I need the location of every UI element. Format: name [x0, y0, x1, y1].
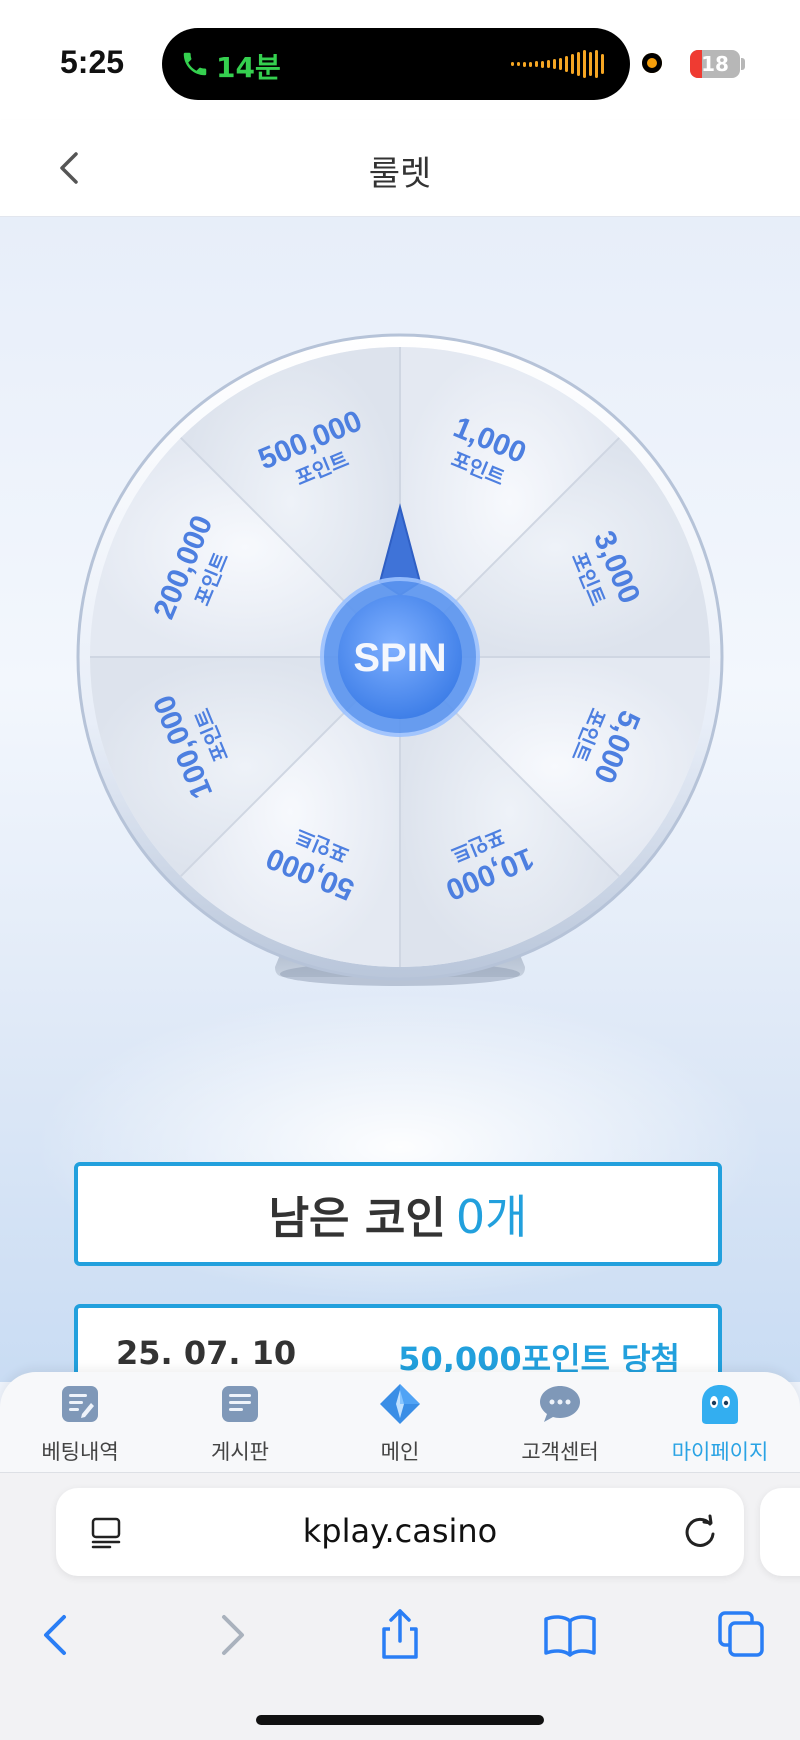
- bottom-tab-bar: 베팅내역 게시판 메인 고객센터 마이페이지: [0, 1372, 800, 1473]
- wheel-segments: 1,000 포인트 3,000 포인트 5,000 포인트 10,000 포인트…: [90, 347, 710, 967]
- document-icon: [222, 1386, 258, 1422]
- tab-main[interactable]: 메인: [320, 1382, 480, 1472]
- edit-document-icon: [62, 1386, 98, 1422]
- tabs-icon[interactable]: [712, 1605, 772, 1665]
- next-tab-peek[interactable]: [760, 1488, 800, 1576]
- battery-icon: 18: [690, 50, 740, 78]
- page-title: 룰렛: [368, 154, 432, 194]
- remaining-coins-count: 0개: [455, 1190, 528, 1244]
- page-header: 룰렛: [0, 120, 800, 217]
- status-bar: 5:25 14분 18: [0, 0, 800, 120]
- home-indicator: [256, 1715, 544, 1725]
- history-date: 25. 07. 10: [116, 1334, 297, 1372]
- roulette-wheel[interactable]: 1,000 포인트 3,000 포인트 5,000 포인트 10,000 포인트…: [70, 302, 730, 992]
- diamond-logo-icon: [380, 1384, 420, 1424]
- mic-indicator-icon: [642, 53, 662, 73]
- call-duration: 14분: [216, 51, 281, 84]
- url-text: kplay.casino: [302, 1512, 498, 1550]
- tab-label-my-page: 마이페이지: [671, 1440, 769, 1464]
- reload-icon[interactable]: [680, 1512, 720, 1552]
- tab-label-main: 메인: [380, 1440, 420, 1464]
- audio-waveform-icon: [511, 48, 604, 80]
- dynamic-island[interactable]: 14분: [162, 28, 630, 100]
- phone-call-icon: [183, 52, 207, 76]
- tab-label-betting-history: 베팅내역: [41, 1440, 119, 1464]
- tab-customer-center[interactable]: 고객센터: [480, 1382, 640, 1472]
- browser-toolbar: kplay.casino: [0, 1473, 800, 1740]
- remaining-coins-label: 남은 코인: [268, 1193, 446, 1244]
- tab-my-page[interactable]: 마이페이지: [640, 1382, 800, 1472]
- tab-label-board: 게시판: [211, 1440, 269, 1464]
- status-time: 5:25: [60, 44, 125, 80]
- chat-bubble-icon: [540, 1386, 580, 1422]
- tab-betting-history[interactable]: 베팅내역: [0, 1382, 160, 1472]
- spin-label: SPIN: [353, 636, 446, 680]
- battery-level: 18: [701, 52, 729, 76]
- battery-cap: [741, 58, 745, 70]
- browser-back-icon[interactable]: [28, 1605, 88, 1665]
- tab-label-customer-center: 고객센터: [521, 1440, 599, 1464]
- remaining-coins-box: 남은 코인 0개: [74, 1162, 722, 1266]
- tab-board[interactable]: 게시판: [160, 1382, 320, 1472]
- character-face-icon: [702, 1385, 738, 1424]
- bookmarks-icon[interactable]: [540, 1605, 600, 1665]
- address-bar[interactable]: kplay.casino: [56, 1488, 744, 1576]
- browser-forward-icon[interactable]: [202, 1605, 262, 1665]
- share-icon[interactable]: [370, 1605, 430, 1665]
